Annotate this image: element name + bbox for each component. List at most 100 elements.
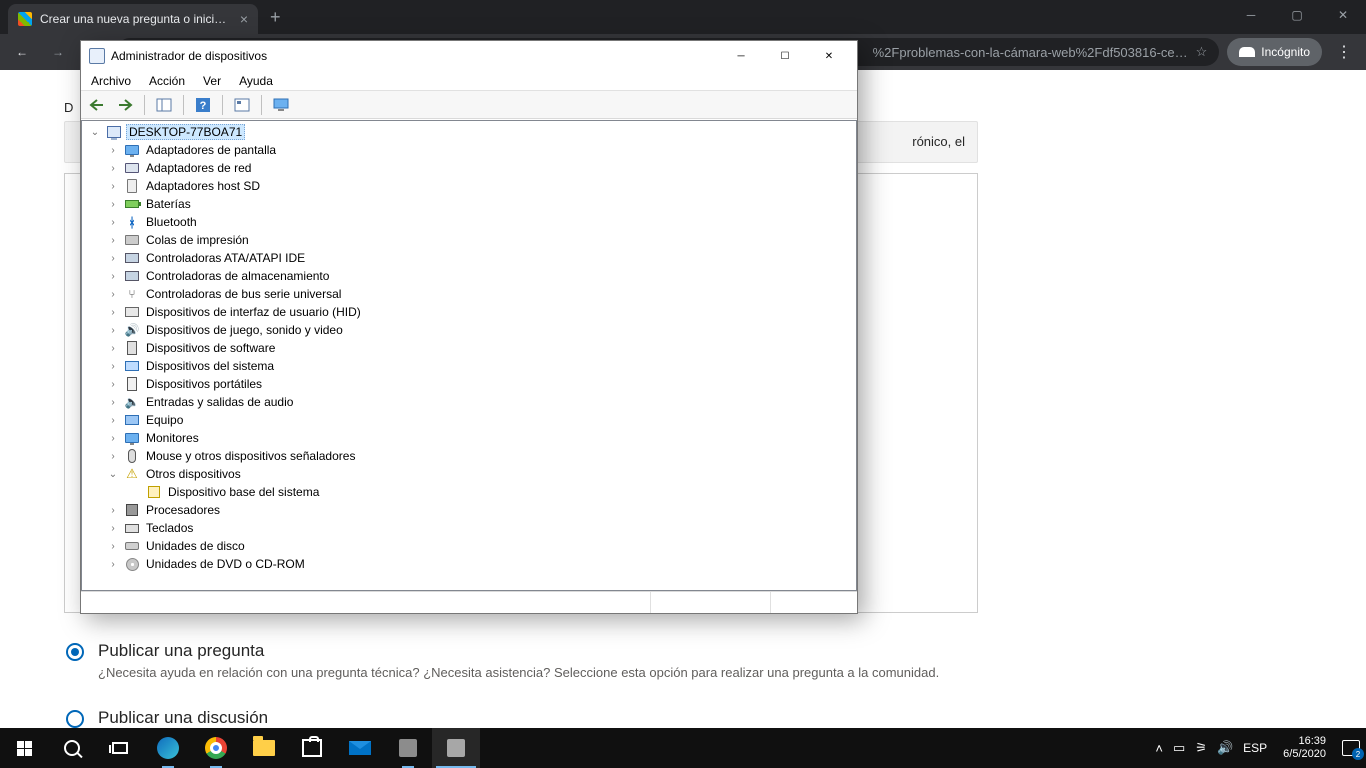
tree-node[interactable]: ›Baterías [84, 195, 856, 213]
node-label: Dispositivos del sistema [144, 359, 276, 373]
option-publish-discussion[interactable]: Publicar una discusión [66, 708, 978, 728]
device-tree[interactable]: ⌄DESKTOP-77BOA71›Adaptadores de pantalla… [81, 120, 857, 591]
expand-icon[interactable]: › [106, 539, 120, 553]
tray-notifications[interactable]: 2 [1342, 740, 1360, 756]
menu-file[interactable]: Archivo [91, 74, 131, 88]
collapse-icon[interactable]: ⌄ [88, 125, 102, 139]
tree-node[interactable]: ›Adaptadores de pantalla [84, 141, 856, 159]
expand-icon[interactable]: › [106, 251, 120, 265]
expand-icon[interactable]: › [106, 449, 120, 463]
show-hide-tree-icon[interactable] [152, 94, 176, 116]
tree-node[interactable]: ›Procesadores [84, 501, 856, 519]
chrome-minimize-button[interactable]: ─ [1228, 0, 1274, 30]
tray-chevron-icon[interactable]: ˄ [1155, 741, 1163, 756]
collapse-icon[interactable]: ⌄ [106, 467, 120, 481]
start-button[interactable] [0, 728, 48, 768]
tree-node[interactable]: ›Dispositivos de interfaz de usuario (HI… [84, 303, 856, 321]
tree-node[interactable]: › Dispositivos de software [84, 339, 856, 357]
tree-node[interactable]: ⌄DESKTOP-77BOA71 [84, 123, 856, 141]
tree-node[interactable]: › Dispositivos del sistema [84, 357, 856, 375]
tree-node[interactable]: ›Teclados [84, 519, 856, 537]
expand-icon[interactable]: › [106, 287, 120, 301]
tree-node[interactable]: ›🔈Entradas y salidas de audio [84, 393, 856, 411]
titlebar[interactable]: Administrador de dispositivos ─ ☐ ✕ [81, 41, 857, 71]
expand-icon[interactable]: › [106, 395, 120, 409]
nav-back-icon[interactable]: ← [8, 38, 36, 66]
chrome-maximize-button[interactable]: ▢ [1274, 0, 1320, 30]
tree-node[interactable]: ›⑂Controladoras de bus serie universal [84, 285, 856, 303]
expand-icon[interactable]: › [106, 431, 120, 445]
radio-icon[interactable] [66, 710, 84, 728]
taskbar-app1[interactable] [384, 728, 432, 768]
tree-node[interactable]: ›Colas de impresión [84, 231, 856, 249]
expand-icon[interactable]: › [106, 323, 120, 337]
expand-icon[interactable]: › [106, 359, 120, 373]
tree-node[interactable]: ›🔊Dispositivos de juego, sonido y video [84, 321, 856, 339]
tree-node[interactable]: ›Dispositivos portátiles [84, 375, 856, 393]
minimize-button[interactable]: ─ [719, 42, 763, 70]
chrome-close-button[interactable]: ✕ [1320, 0, 1366, 30]
taskbar-store[interactable] [288, 728, 336, 768]
tree-node[interactable]: ›Monitores [84, 429, 856, 447]
expand-icon[interactable]: › [106, 215, 120, 229]
tray-volume-icon[interactable]: 🔊 [1217, 740, 1233, 756]
taskbar-explorer[interactable] [240, 728, 288, 768]
search-button[interactable] [48, 728, 96, 768]
menu-view[interactable]: Ver [203, 74, 221, 88]
close-button[interactable]: ✕ [807, 42, 851, 70]
i-aud-icon: 🔈 [124, 394, 140, 410]
tray-clock[interactable]: 16:39 6/5/2020 [1277, 735, 1332, 761]
radio-icon[interactable] [66, 643, 84, 661]
nav-forward-icon[interactable]: → [44, 38, 72, 66]
tree-node[interactable]: ›Unidades de disco [84, 537, 856, 555]
browser-tab[interactable]: Crear una nueva pregunta o inici… × [8, 4, 258, 34]
expand-icon[interactable]: › [106, 377, 120, 391]
back-icon[interactable] [85, 94, 109, 116]
tray-battery-icon[interactable]: ▭ [1173, 740, 1185, 756]
tree-node[interactable]: ›Mouse y otros dispositivos señaladores [84, 447, 856, 465]
scan-hardware-icon[interactable] [230, 94, 254, 116]
node-label: Dispositivos de software [144, 341, 277, 355]
maximize-button[interactable]: ☐ [763, 42, 807, 70]
expand-icon[interactable]: › [106, 305, 120, 319]
tree-node[interactable]: ›Unidades de DVD o CD-ROM [84, 555, 856, 573]
tree-node[interactable]: ›ᚼBluetooth [84, 213, 856, 231]
expand-icon[interactable]: › [106, 161, 120, 175]
expand-icon[interactable]: › [106, 179, 120, 193]
option-publish-question[interactable]: Publicar una pregunta ¿Necesita ayuda en… [66, 641, 978, 680]
expand-icon[interactable]: › [106, 269, 120, 283]
expand-icon[interactable]: › [106, 503, 120, 517]
tree-node[interactable]: ›Controladoras de almacenamiento [84, 267, 856, 285]
expand-icon[interactable]: › [106, 341, 120, 355]
tree-node[interactable]: ›Adaptadores host SD [84, 177, 856, 195]
expand-icon[interactable]: › [106, 197, 120, 211]
incognito-indicator[interactable]: Incógnito [1227, 38, 1322, 66]
expand-icon[interactable]: › [106, 521, 120, 535]
expand-icon[interactable]: › [106, 413, 120, 427]
tray-language[interactable]: ESP [1243, 741, 1267, 755]
tray-date: 6/5/2020 [1283, 748, 1326, 761]
menu-action[interactable]: Acción [149, 74, 185, 88]
taskbar-mail[interactable] [336, 728, 384, 768]
new-tab-button[interactable]: + [258, 7, 293, 34]
expand-icon[interactable]: › [106, 233, 120, 247]
task-view-button[interactable] [96, 728, 144, 768]
tree-node[interactable]: Dispositivo base del sistema [84, 483, 856, 501]
chrome-menu-icon[interactable]: ⋮ [1330, 42, 1358, 62]
help-icon[interactable]: ? [191, 94, 215, 116]
tray-wifi-icon[interactable]: ⚞ [1195, 740, 1207, 756]
bookmark-star-icon[interactable]: ☆ [1196, 44, 1208, 60]
tree-node[interactable]: ›Adaptadores de red [84, 159, 856, 177]
expand-icon[interactable]: › [106, 557, 120, 571]
taskbar-edge[interactable] [144, 728, 192, 768]
expand-icon[interactable]: › [106, 143, 120, 157]
tree-node[interactable]: ›Equipo [84, 411, 856, 429]
menu-help[interactable]: Ayuda [239, 74, 273, 88]
tree-node[interactable]: ⌄⚠Otros dispositivos [84, 465, 856, 483]
tab-close-icon[interactable]: × [240, 11, 248, 27]
forward-icon[interactable] [113, 94, 137, 116]
tree-node[interactable]: ›Controladoras ATA/ATAPI IDE [84, 249, 856, 267]
monitor-icon[interactable] [269, 94, 293, 116]
taskbar-devmgr[interactable] [432, 728, 480, 768]
taskbar-chrome[interactable] [192, 728, 240, 768]
